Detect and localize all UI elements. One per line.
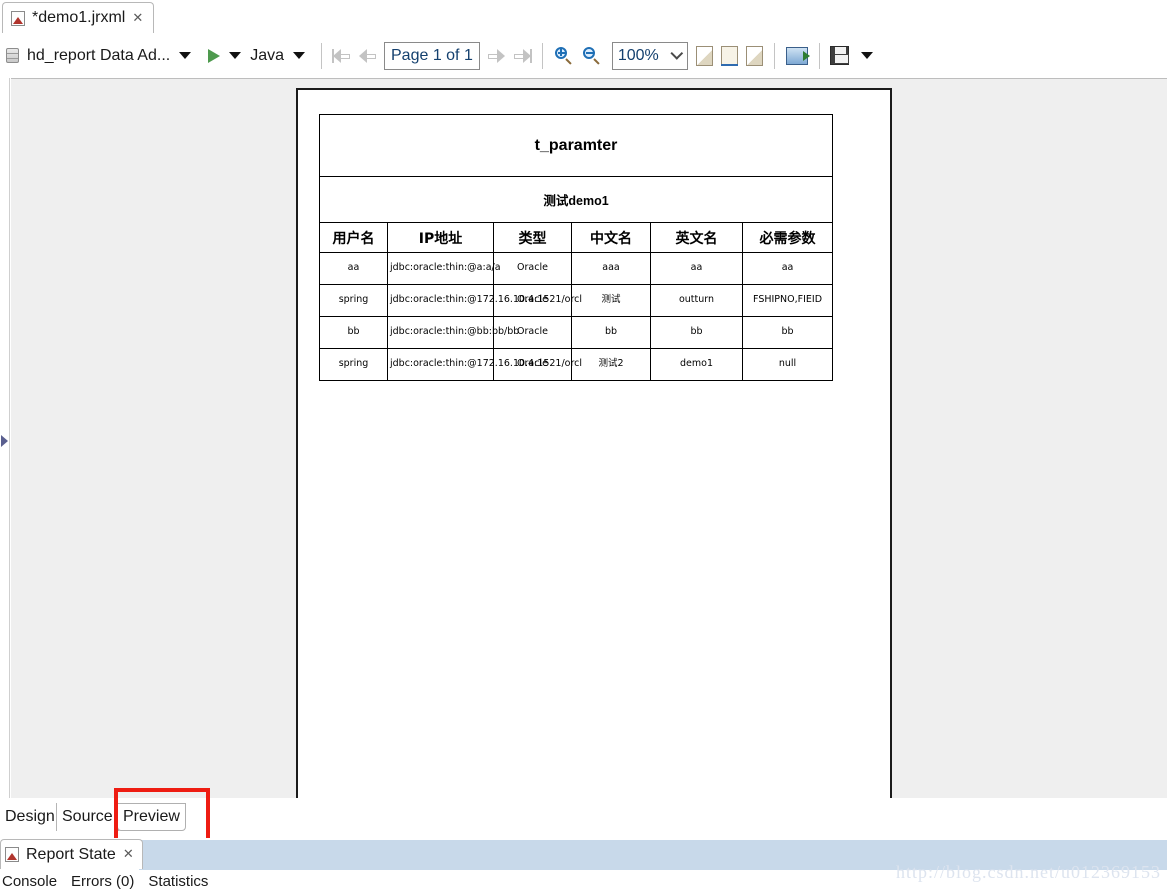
report-page: t_paramter 测试demo1 用户名 IP地址 类型 中文名 英文名 必… [296, 88, 892, 798]
language-selector[interactable]: Java [250, 33, 314, 78]
datasource-label: hd_report Data Ad... [27, 46, 171, 64]
zoom-level-combobox[interactable]: 100% [611, 41, 688, 70]
report-title-row: t_paramter [318, 114, 834, 177]
table-header-row: 用户名 IP地址 类型 中文名 英文名 必需参数 [319, 222, 834, 253]
cell-english-name: aa [650, 252, 743, 285]
close-icon[interactable]: ✕ [132, 12, 143, 25]
preview-main-area: t_paramter 测试demo1 用户名 IP地址 类型 中文名 英文名 必… [0, 78, 1167, 798]
zoom-in-icon[interactable] [553, 45, 575, 67]
view-tab-label: Report State [26, 845, 116, 863]
cell-type: Oracle [493, 252, 572, 285]
save-dropdown-chevron-down-icon[interactable] [860, 52, 873, 59]
collapsed-left-panel[interactable] [0, 78, 10, 798]
cell-username: spring [319, 348, 388, 381]
next-page-icon[interactable] [485, 47, 507, 65]
preview-toolbar: hd_report Data Ad... Java Page 1 of 1 10… [0, 33, 1167, 78]
run-report-button[interactable] [200, 33, 250, 78]
tab-console[interactable]: Console [2, 873, 57, 890]
cell-chinese-name: bb [571, 316, 651, 349]
tab-design[interactable]: Design [0, 803, 60, 831]
run-dropdown-chevron-down-icon[interactable] [229, 52, 242, 59]
language-label: Java [250, 46, 284, 64]
table-row: spring jdbc:oracle:thin:@172.16.10.4:152… [319, 284, 834, 317]
cell-english-name: outturn [650, 284, 743, 317]
cell-chinese-name: 测试2 [571, 348, 651, 381]
jasper-report-state-icon [5, 847, 19, 862]
column-header-username: 用户名 [319, 222, 388, 253]
table-row: bb jdbc:oracle:thin:@bb:bb/bb Oracle bb … [319, 316, 834, 349]
cell-english-name: demo1 [650, 348, 743, 381]
column-header-type: 类型 [493, 222, 572, 253]
page-number-field[interactable]: Page 1 of 1 [384, 41, 480, 70]
tab-source[interactable]: Source [56, 803, 119, 831]
cell-username: spring [319, 284, 388, 317]
cell-required-params: FSHIPNO,FIEID [741, 284, 834, 317]
tab-statistics[interactable]: Statistics [148, 873, 208, 890]
jasper-report-file-icon [11, 10, 25, 26]
fit-page-icon[interactable] [695, 45, 713, 66]
column-header-required-params: 必需参数 [741, 222, 834, 253]
report-subtitle: 测试demo1 [318, 176, 834, 223]
previous-page-icon[interactable] [357, 47, 379, 65]
last-page-icon[interactable] [511, 47, 533, 65]
chevron-down-icon[interactable] [670, 47, 684, 60]
report-preview-canvas[interactable]: t_paramter 测试demo1 用户名 IP地址 类型 中文名 英文名 必… [11, 78, 1167, 798]
cell-required-params: null [741, 348, 834, 381]
run-play-icon [208, 48, 221, 63]
tab-errors[interactable]: Errors (0) [71, 873, 134, 890]
toolbar-divider-2 [541, 42, 543, 69]
column-header-ip-address: IP地址 [387, 222, 494, 253]
table-row: aa jdbc:oracle:thin:@a:a/a Oracle aaa aa… [319, 252, 834, 285]
cell-required-params: aa [741, 252, 834, 285]
cell-ip-address: jdbc:oracle:thin:@bb:bb/bb [387, 316, 519, 349]
column-header-chinese-name: 中文名 [571, 222, 651, 253]
toolbar-divider-4 [818, 42, 820, 69]
zoom-level-value: 100% [617, 46, 659, 64]
datasource-selector[interactable]: hd_report Data Ad... [6, 33, 200, 78]
editor-tab-label: *demo1.jrxml [32, 9, 126, 26]
language-chevron-down-icon[interactable] [293, 52, 305, 59]
tab-preview[interactable]: Preview [117, 803, 186, 831]
toolbar-divider [321, 42, 322, 69]
export-icon[interactable] [785, 46, 810, 65]
cell-ip-address: jdbc:oracle:thin:@172.16.10.4:1521/orcl [387, 348, 582, 381]
cell-username: bb [319, 316, 388, 349]
chevron-down-icon[interactable] [179, 52, 192, 59]
column-header-english-name: 英文名 [650, 222, 743, 253]
report-table: t_paramter 测试demo1 用户名 IP地址 类型 中文名 英文名 必… [318, 114, 834, 381]
table-row: spring jdbc:oracle:thin:@172.16.10.4:152… [319, 348, 834, 381]
database-icon [6, 48, 19, 63]
fit-width-icon[interactable] [720, 45, 738, 66]
zoom-out-icon[interactable] [581, 45, 603, 67]
save-icon[interactable] [829, 46, 849, 65]
cell-english-name: bb [650, 316, 743, 349]
expand-panel-arrow-icon[interactable] [1, 435, 8, 447]
cell-ip-address: jdbc:oracle:thin:@a:a/a [387, 252, 501, 285]
editor-tab-demo1-jrxml[interactable]: *demo1.jrxml ✕ [2, 2, 155, 33]
editor-mode-tabs: Design Source Preview [0, 798, 1167, 836]
cell-username: aa [319, 252, 388, 285]
view-tab-report-state[interactable]: Report State ✕ [0, 839, 143, 869]
cell-required-params: bb [741, 316, 834, 349]
report-title: t_paramter [318, 114, 834, 177]
cell-ip-address: jdbc:oracle:thin:@172.16.10.4:1521/orcl [387, 284, 582, 317]
cell-chinese-name: 测试 [571, 284, 651, 317]
editor-tab-strip: *demo1.jrxml ✕ [0, 0, 1167, 33]
first-page-icon[interactable] [331, 47, 353, 65]
close-icon[interactable]: ✕ [123, 848, 134, 861]
cell-chinese-name: aaa [571, 252, 651, 285]
report-subtitle-row: 测试demo1 [318, 176, 834, 223]
watermark-text: http://blog.csdn.net/u012369153 [896, 862, 1161, 882]
toolbar-divider-3 [773, 42, 775, 69]
actual-size-icon[interactable] [745, 45, 763, 66]
